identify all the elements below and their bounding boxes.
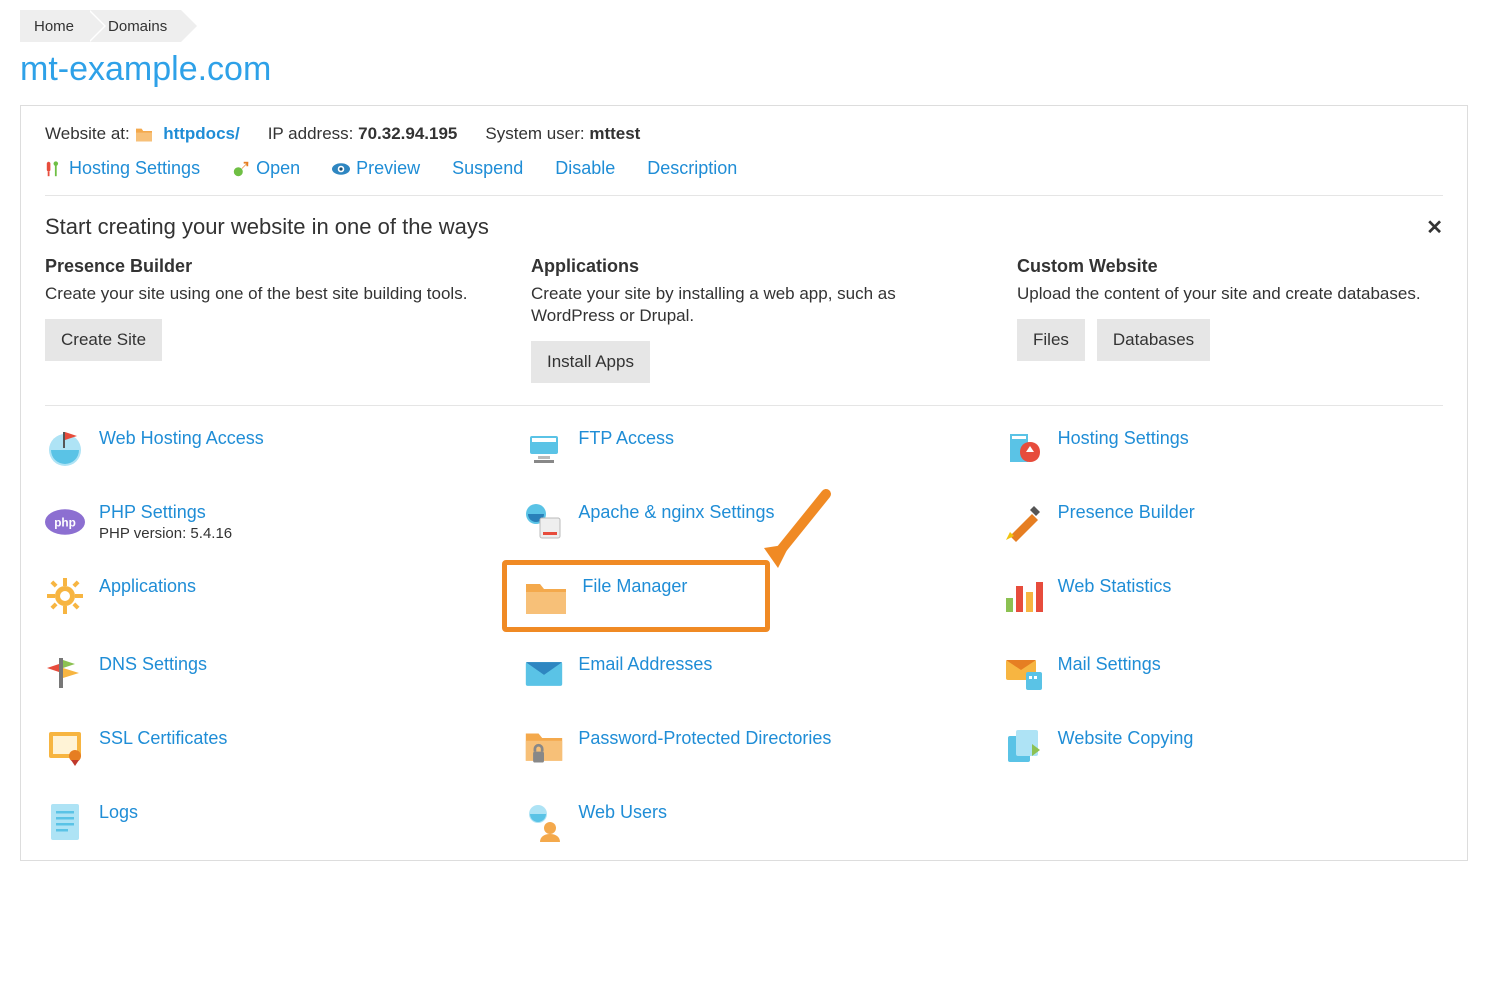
hosting-settings-icon xyxy=(1004,428,1044,468)
preview-icon xyxy=(332,160,350,178)
tile-dns-settings[interactable]: DNS Settings xyxy=(45,654,484,694)
ftp-icon xyxy=(524,428,564,468)
meta-row: Website at: httpdocs/ IP address: 70.32.… xyxy=(45,124,1443,144)
links-grid: Web Hosting Access FTP Access Hosting Se… xyxy=(45,428,1443,842)
httpdocs-link[interactable]: httpdocs/ xyxy=(163,124,240,143)
globe-flag-icon xyxy=(45,428,85,468)
breadcrumb: Home Domains xyxy=(20,10,1468,42)
tile-password-protected[interactable]: Password-Protected Directories xyxy=(524,728,963,768)
tile-ftp-access[interactable]: FTP Access xyxy=(524,428,963,468)
tools-icon xyxy=(45,160,63,178)
apps-desc: Create your site by installing a web app… xyxy=(531,283,957,327)
apps-title: Applications xyxy=(531,256,957,277)
preview-link[interactable]: Preview xyxy=(332,158,420,179)
custom-title: Custom Website xyxy=(1017,256,1443,277)
locked-folder-icon xyxy=(524,728,564,768)
disable-link[interactable]: Disable xyxy=(555,158,615,179)
section-title: Start creating your website in one of th… xyxy=(45,214,489,240)
tile-mail-settings[interactable]: Mail Settings xyxy=(1004,654,1443,694)
tile-presence-builder[interactable]: Presence Builder xyxy=(1004,502,1443,542)
copy-icon xyxy=(1004,728,1044,768)
tile-file-manager[interactable]: File Manager xyxy=(524,576,963,620)
presence-title: Presence Builder xyxy=(45,256,471,277)
page-title: mt-example.com xyxy=(20,50,1468,89)
breadcrumb-home[interactable]: Home xyxy=(20,10,88,42)
php-version: PHP version: 5.4.16 xyxy=(99,525,232,542)
files-button[interactable]: Files xyxy=(1017,319,1085,361)
tile-php-settings[interactable]: php PHP Settings PHP version: 5.4.16 xyxy=(45,502,484,542)
tile-website-copying[interactable]: Website Copying xyxy=(1004,728,1443,768)
dns-icon xyxy=(45,654,85,694)
tile-hosting-settings[interactable]: Hosting Settings xyxy=(1004,428,1443,468)
presence-builder-col: Presence Builder Create your site using … xyxy=(45,256,471,383)
presence-desc: Create your site using one of the best s… xyxy=(45,283,471,305)
mail-settings-icon xyxy=(1004,654,1044,694)
certificate-icon xyxy=(45,728,85,768)
creation-options: Presence Builder Create your site using … xyxy=(45,256,1443,406)
gear-icon xyxy=(45,576,85,616)
php-icon: php xyxy=(45,502,85,542)
open-icon xyxy=(232,160,250,178)
svg-text:php: php xyxy=(54,516,76,530)
create-site-button[interactable]: Create Site xyxy=(45,319,162,361)
envelope-icon xyxy=(524,654,564,694)
applications-col: Applications Create your site by install… xyxy=(531,256,957,383)
custom-desc: Upload the content of your site and crea… xyxy=(1017,283,1443,305)
folder-icon xyxy=(134,127,154,143)
databases-button[interactable]: Databases xyxy=(1097,319,1210,361)
custom-website-col: Custom Website Upload the content of you… xyxy=(1017,256,1443,383)
website-at-label: Website at: xyxy=(45,124,130,143)
tile-email-addresses[interactable]: Email Addresses xyxy=(524,654,963,694)
tile-applications[interactable]: Applications xyxy=(45,576,484,620)
open-link[interactable]: Open xyxy=(232,158,300,179)
folder-icon xyxy=(524,576,568,620)
bar-chart-icon xyxy=(1004,576,1044,616)
hosting-settings-link[interactable]: Hosting Settings xyxy=(45,158,200,179)
install-apps-button[interactable]: Install Apps xyxy=(531,341,650,383)
tile-web-users[interactable]: Web Users xyxy=(524,802,963,842)
server-settings-icon xyxy=(524,502,564,542)
website-at: Website at: httpdocs/ xyxy=(45,124,240,144)
system-user: System user: mttest xyxy=(485,124,640,144)
domain-panel: Website at: httpdocs/ IP address: 70.32.… xyxy=(20,105,1468,861)
ip-address: IP address: 70.32.94.195 xyxy=(268,124,458,144)
section-head: Start creating your website in one of th… xyxy=(45,214,1443,240)
tile-web-statistics[interactable]: Web Statistics xyxy=(1004,576,1443,620)
presence-builder-icon xyxy=(1004,502,1044,542)
tile-web-hosting-access[interactable]: Web Hosting Access xyxy=(45,428,484,468)
tile-apache-nginx[interactable]: Apache & nginx Settings xyxy=(524,502,963,542)
suspend-link[interactable]: Suspend xyxy=(452,158,523,179)
tile-logs[interactable]: Logs xyxy=(45,802,484,842)
close-icon[interactable]: ✕ xyxy=(1426,215,1443,240)
logs-icon xyxy=(45,802,85,842)
description-link[interactable]: Description xyxy=(647,158,737,179)
web-users-icon xyxy=(524,802,564,842)
tile-ssl-certificates[interactable]: SSL Certificates xyxy=(45,728,484,768)
action-row: Hosting Settings Open Preview Suspend Di… xyxy=(45,158,1443,196)
